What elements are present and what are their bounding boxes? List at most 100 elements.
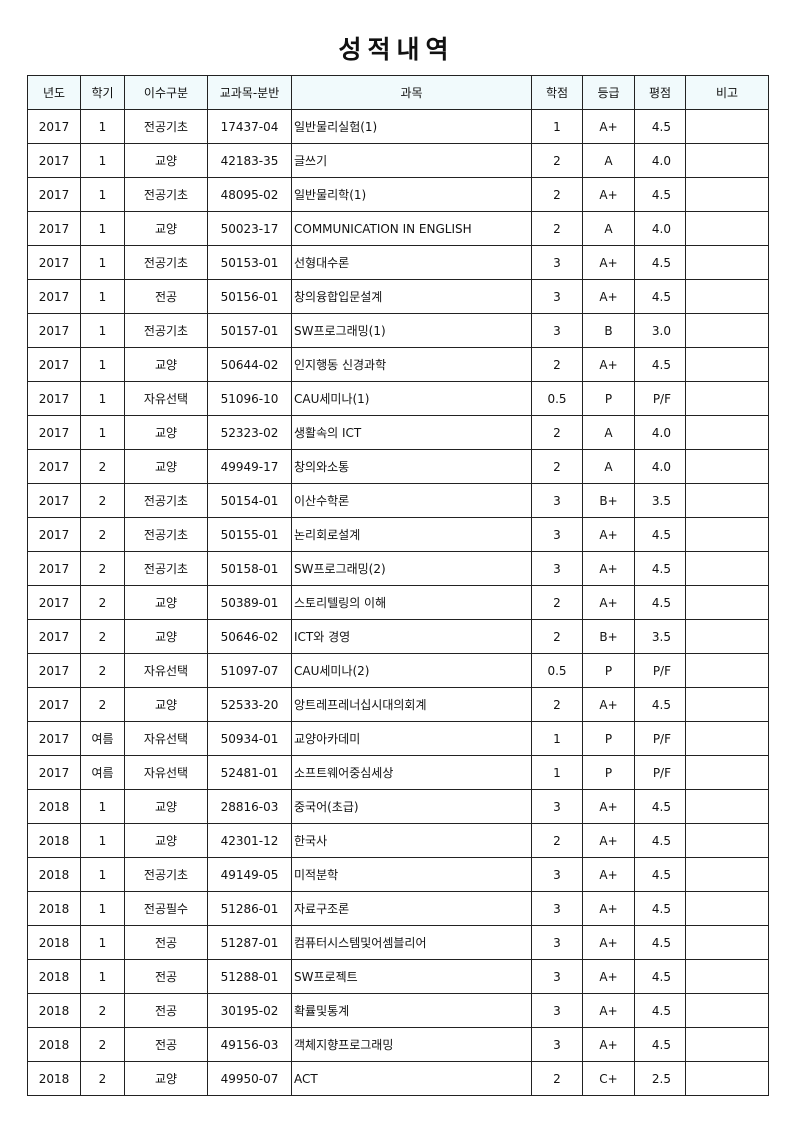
cell-year: 2018 — [27, 925, 81, 960]
cell-grade: B+ — [582, 483, 635, 518]
cell-term: 2 — [80, 653, 125, 688]
cell-credits: 3 — [531, 891, 583, 926]
cell-course-code: 50389-01 — [207, 585, 292, 620]
cell-credits: 2 — [531, 211, 583, 246]
cell-course: 앙트레프레너십시대의회계 — [291, 687, 532, 722]
cell-grade: A — [582, 211, 635, 246]
cell-year: 2018 — [27, 959, 81, 994]
cell-note — [685, 279, 769, 314]
cell-note — [685, 1061, 769, 1096]
grades-table: 년도 학기 이수구분 교과목-분반 과목 학점 등급 평점 비고 2017 1 전공… — [27, 75, 769, 1096]
cell-year: 2017 — [27, 245, 81, 280]
table-row: 2017 2 교양 50389-01 스토리텔링의 이해 2 A+ 4.5 — [27, 585, 769, 620]
cell-term: 여름 — [80, 721, 125, 756]
cell-credits: 2 — [531, 585, 583, 620]
cell-year: 2017 — [27, 211, 81, 246]
table-row: 2017 2 교양 52533-20 앙트레프레너십시대의회계 2 A+ 4.5 — [27, 687, 769, 722]
cell-score: P/F — [634, 721, 686, 756]
cell-category: 교양 — [124, 347, 208, 382]
cell-term: 1 — [80, 245, 125, 280]
cell-course-code: 50154-01 — [207, 483, 292, 518]
cell-note — [685, 993, 769, 1028]
table-row: 2017 1 전공기초 17437-04 일반물리실험(1) 1 A+ 4.5 — [27, 109, 769, 144]
cell-grade: A+ — [582, 347, 635, 382]
cell-course-code: 51096-10 — [207, 381, 292, 416]
cell-course: SW프로젝트 — [291, 959, 532, 994]
table-row: 2017 1 전공기초 48095-02 일반물리학(1) 2 A+ 4.5 — [27, 177, 769, 212]
cell-year: 2017 — [27, 687, 81, 722]
grades-table-body: 2017 1 전공기초 17437-04 일반물리실험(1) 1 A+ 4.5 2017 1 교양 4… — [27, 109, 769, 1096]
cell-term: 1 — [80, 109, 125, 144]
cell-score: 4.5 — [634, 245, 686, 280]
cell-grade: A+ — [582, 177, 635, 212]
cell-year: 2017 — [27, 619, 81, 654]
cell-score: 4.5 — [634, 687, 686, 722]
cell-note — [685, 857, 769, 892]
cell-note — [685, 585, 769, 620]
table-row: 2017 2 교양 49949-17 창의와소통 2 A 4.0 — [27, 449, 769, 484]
cell-category: 전공 — [124, 1027, 208, 1062]
table-header-row: 년도 학기 이수구분 교과목-분반 과목 학점 등급 평점 비고 — [27, 75, 769, 110]
table-row: 2018 1 전공기초 49149-05 미적분학 3 A+ 4.5 — [27, 857, 769, 892]
header-credits: 학점 — [531, 75, 583, 110]
cell-year: 2017 — [27, 415, 81, 450]
cell-credits: 3 — [531, 925, 583, 960]
cell-term: 2 — [80, 585, 125, 620]
cell-course: ICT와 경영 — [291, 619, 532, 654]
cell-credits: 2 — [531, 619, 583, 654]
cell-grade: A+ — [582, 959, 635, 994]
cell-course-code: 50023-17 — [207, 211, 292, 246]
cell-course: 스토리텔링의 이해 — [291, 585, 532, 620]
cell-category: 교양 — [124, 687, 208, 722]
cell-course-code: 50158-01 — [207, 551, 292, 586]
cell-grade: A+ — [582, 551, 635, 586]
cell-score: 4.5 — [634, 279, 686, 314]
cell-term: 2 — [80, 517, 125, 552]
cell-score: P/F — [634, 381, 686, 416]
table-row: 2017 1 전공기초 50157-01 SW프로그래밍(1) 3 B 3.0 — [27, 313, 769, 348]
cell-course-code: 49149-05 — [207, 857, 292, 892]
cell-course-code: 51097-07 — [207, 653, 292, 688]
header-term: 학기 — [80, 75, 125, 110]
cell-grade: A+ — [582, 1027, 635, 1062]
cell-note — [685, 925, 769, 960]
cell-course: 창의와소통 — [291, 449, 532, 484]
cell-year: 2017 — [27, 755, 81, 790]
cell-category: 전공 — [124, 925, 208, 960]
cell-course: 이산수학론 — [291, 483, 532, 518]
cell-category: 자유선택 — [124, 755, 208, 790]
header-year: 년도 — [27, 75, 81, 110]
cell-course: 선형대수론 — [291, 245, 532, 280]
cell-category: 교양 — [124, 449, 208, 484]
cell-term: 1 — [80, 381, 125, 416]
cell-score: P/F — [634, 755, 686, 790]
cell-course: 인지행동 신경과학 — [291, 347, 532, 382]
cell-grade: B — [582, 313, 635, 348]
cell-grade: A+ — [582, 279, 635, 314]
cell-category: 교양 — [124, 585, 208, 620]
table-row: 2017 2 교양 50646-02 ICT와 경영 2 B+ 3.5 — [27, 619, 769, 654]
cell-course: ACT — [291, 1061, 532, 1096]
cell-year: 2017 — [27, 653, 81, 688]
table-row: 2018 2 교양 49950-07 ACT 2 C+ 2.5 — [27, 1061, 769, 1096]
cell-course: 객체지향프로그래밍 — [291, 1027, 532, 1062]
cell-grade: A+ — [582, 245, 635, 280]
cell-credits: 3 — [531, 959, 583, 994]
cell-grade: A+ — [582, 993, 635, 1028]
cell-credits: 3 — [531, 1027, 583, 1062]
cell-score: 4.5 — [634, 925, 686, 960]
table-row: 2017 1 교양 50644-02 인지행동 신경과학 2 A+ 4.5 — [27, 347, 769, 382]
header-category: 이수구분 — [124, 75, 208, 110]
cell-category: 교양 — [124, 823, 208, 858]
cell-credits: 1 — [531, 109, 583, 144]
cell-category: 교양 — [124, 619, 208, 654]
cell-score: 4.5 — [634, 1027, 686, 1062]
cell-term: 1 — [80, 891, 125, 926]
cell-note — [685, 619, 769, 654]
cell-year: 2017 — [27, 381, 81, 416]
cell-course: 생활속의 ICT — [291, 415, 532, 450]
cell-credits: 2 — [531, 177, 583, 212]
cell-term: 2 — [80, 551, 125, 586]
cell-score: 4.0 — [634, 211, 686, 246]
cell-grade: P — [582, 381, 635, 416]
